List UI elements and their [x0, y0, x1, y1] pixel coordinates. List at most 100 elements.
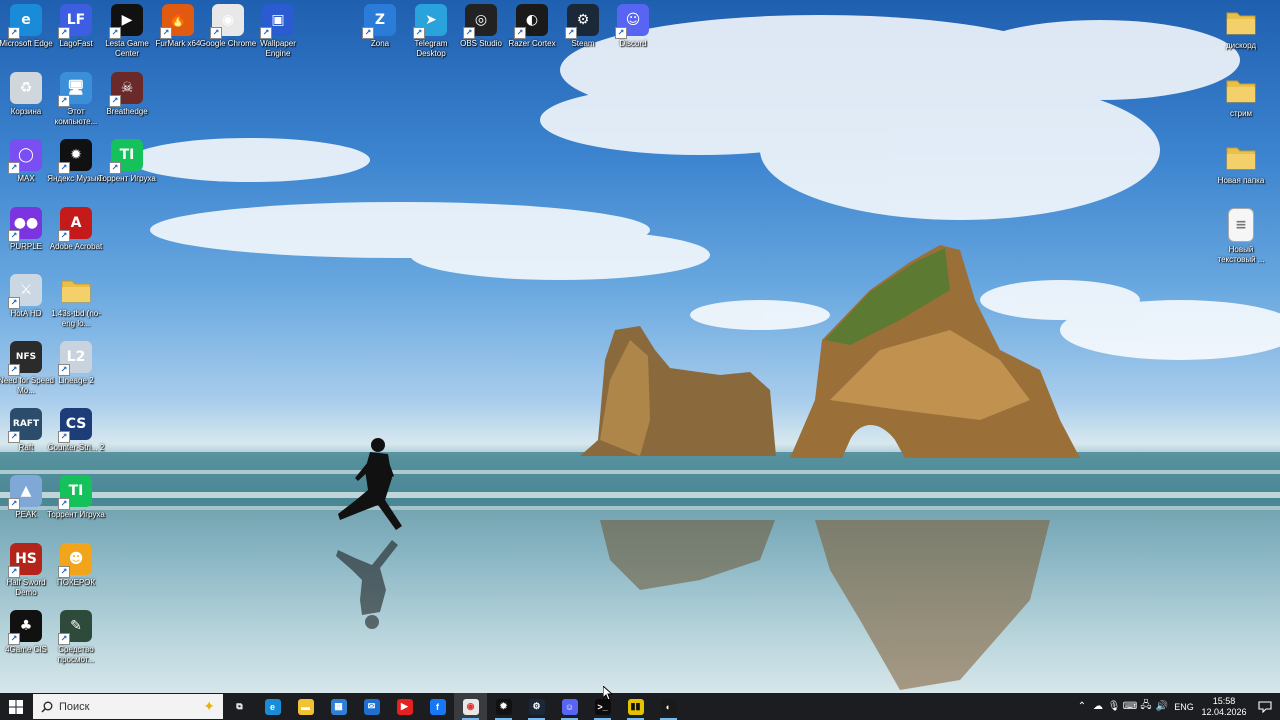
shortcut-arrow-icon: ↗ [58, 162, 70, 174]
shortcut-arrow-icon: ↗ [160, 27, 172, 39]
shortcut-arrow-icon: ↗ [463, 27, 475, 39]
desktop-icon-label: стрим [1229, 109, 1253, 118]
shortcut-arrow-icon: ↗ [210, 27, 222, 39]
desktop-icon-31[interactable]: ✎ ↗ Средство просмот... [46, 610, 106, 665]
shortcut-arrow-icon: ↗ [8, 498, 20, 510]
shortcut-arrow-icon: ↗ [58, 431, 70, 443]
taskbar-button-discord[interactable]: ☺ [553, 693, 586, 720]
desktop-icon-label: ПОКЕРОК [56, 578, 95, 587]
shortcut-arrow-icon: ↗ [58, 95, 70, 107]
chrome-icon: ◉ [462, 698, 479, 715]
desktop-icon-33[interactable]: стрим [1211, 74, 1271, 119]
recycle-bin-icon: ♻ [10, 72, 42, 104]
chevron-up-icon[interactable]: ⌃ [1074, 693, 1090, 720]
taskbar-button-yandex-music[interactable]: ✹ [487, 693, 520, 720]
shortcut-arrow-icon: ↗ [8, 230, 20, 242]
folder-icon [1225, 141, 1257, 173]
desktop-icon-21[interactable]: 1.43s-tbd (no-eng lo... [46, 274, 106, 329]
desktop-icon-label: Средство просмот... [57, 645, 95, 664]
cs2-icon: CS ↗ [58, 408, 92, 443]
desktop-icon-label: Counter-Stri... 2 [47, 443, 105, 452]
desktop-icon-25[interactable]: CS ↗ Counter-Stri... 2 [46, 408, 106, 453]
this-pc-icon: 🖥 ↗ [58, 72, 92, 107]
desktop-icon-34[interactable]: Новая папка [1211, 141, 1271, 186]
search-highlight-icon: ✦ [203, 698, 215, 714]
file-explorer-icon: ▬ [297, 698, 314, 715]
furmark-icon: 🔥 ↗ [160, 4, 194, 39]
torrent-igruha-icon: TI ↗ [58, 475, 92, 510]
desktop-icon-label: Discord [619, 39, 647, 48]
notification-center-button[interactable] [1250, 693, 1280, 720]
razer-cortex-icon: ◐ ↗ [514, 4, 548, 39]
desktop-icon-27[interactable]: TI ↗ Торрент Игруха [46, 475, 106, 520]
shortcut-arrow-icon: ↗ [109, 27, 121, 39]
search-placeholder: Поиск [59, 700, 90, 713]
desktop-icon-11[interactable]: ☺ ↗ Discord [603, 4, 663, 49]
yandex-music-icon: ✹ ↗ [58, 139, 92, 174]
taskbar-button-microsoft-store[interactable]: ▦ [322, 693, 355, 720]
chrome-icon: ◉ ↗ [210, 4, 244, 39]
taskbar-button-edge[interactable]: e [256, 693, 289, 720]
desktop-icon-label: дискорд [1225, 41, 1257, 50]
clock[interactable]: 15:58 12.04.2026 [1198, 696, 1250, 718]
taskbar-button-steam[interactable]: ⚙ [520, 693, 553, 720]
desktop-icon-label: Lineage 2 [58, 376, 94, 385]
mouse-cursor-icon [603, 686, 613, 701]
keyboard-icon[interactable]: ⌨ [1122, 693, 1138, 720]
wallpaper-engine-icon: ▣ ↗ [260, 4, 294, 39]
language-indicator[interactable]: ENG [1170, 702, 1198, 712]
microsoft-store-icon: ▦ [330, 698, 347, 715]
desktop-icon-23[interactable]: L2 ↗ Lineage 2 [46, 341, 106, 386]
onedrive-icon[interactable]: ☁ [1090, 693, 1106, 720]
edge-icon: e [264, 698, 281, 715]
desktop-icon-29[interactable]: ☻ ↗ ПОКЕРОК [46, 543, 106, 588]
discord-icon: ☺ [561, 698, 578, 715]
zona-icon: Z ↗ [362, 4, 396, 39]
taskbar-button-razer-cortex[interactable]: ◐ [652, 693, 685, 720]
desktop-icon-label: Торрент Игруха [47, 510, 105, 519]
half-sword-icon: HS ↗ [8, 543, 42, 578]
taskbar-button-outlook[interactable]: ✉ [355, 693, 388, 720]
start-button[interactable] [0, 693, 32, 720]
clock-time: 15:58 [1212, 695, 1236, 706]
shortcut-arrow-icon: ↗ [8, 431, 20, 443]
purple-icon: ●● ↗ [8, 207, 42, 242]
shortcut-arrow-icon: ↗ [413, 27, 425, 39]
desktop-wallpaper [0, 0, 1280, 693]
taskbar-button-game-launcher[interactable]: ▮▮ [619, 693, 652, 720]
taskbar: Поиск ✦ ⧉ e ▬ ▦ ✉ ▶ f ◉ ✹ ⚙ ☺ >_ ▮▮ ◐ ⌃ ☁ 🎙 ⌨ 🖧 🔊 ENG… [0, 693, 1280, 720]
shortcut-arrow-icon: ↗ [565, 27, 577, 39]
desktop-icon-19[interactable]: A ↗ Adobe Acrobat [46, 207, 106, 252]
taskbar-button-youtube[interactable]: ▶ [388, 693, 421, 720]
volume-icon[interactable]: 🔊 [1154, 693, 1170, 720]
steam-icon: ⚙ [528, 698, 545, 715]
folder-icon [1225, 6, 1257, 38]
desktop-icon-17[interactable]: TI ↗ Торрент Игруха [97, 139, 157, 184]
desktop-icon-32[interactable]: дискорд [1211, 6, 1271, 51]
task-view-icon: ⧉ [236, 701, 243, 711]
desktop-icon-label: 1.43s-tbd (no-eng lo... [51, 309, 101, 328]
telegram-icon: ➤ ↗ [413, 4, 447, 39]
discord-icon: ☺ ↗ [615, 4, 649, 39]
shortcut-arrow-icon: ↗ [8, 297, 20, 309]
pokerok-icon: ☻ ↗ [58, 543, 92, 578]
desktop-icon-14[interactable]: ☠ ↗ Breathedge [97, 72, 157, 117]
search-box[interactable]: Поиск ✦ [33, 694, 223, 719]
game-launcher-icon: ▮▮ [627, 698, 644, 715]
network-icon[interactable]: 🖧 [1138, 693, 1154, 720]
hota-icon: ⚔ ↗ [8, 274, 42, 309]
desktop-icon-5[interactable]: ▣ ↗ Wallpaper Engine [248, 4, 308, 59]
taskbar-button-facebook[interactable]: f [421, 693, 454, 720]
desktop-icon-label: Новая папка [1217, 176, 1265, 185]
max-icon: ◯ ↗ [8, 139, 42, 174]
taskbar-button-task-view[interactable]: ⧉ [223, 693, 256, 720]
shortcut-arrow-icon: ↗ [58, 27, 70, 39]
microphone-icon[interactable]: 🎙 [1106, 693, 1122, 720]
taskbar-button-chrome[interactable]: ◉ [454, 693, 487, 720]
desktop-icon-label: Новый текстовый ... [1217, 245, 1265, 264]
desktop-icon-35[interactable]: ≡ Новый текстовый ... [1211, 208, 1271, 265]
taskbar-button-file-explorer[interactable]: ▬ [289, 693, 322, 720]
shortcut-arrow-icon: ↗ [8, 633, 20, 645]
desktop-icon-label: Торрент Игруха [98, 174, 156, 183]
system-tray: ⌃ ☁ 🎙 ⌨ 🖧 🔊 ENG 15:58 12.04.2026 [1074, 693, 1280, 720]
